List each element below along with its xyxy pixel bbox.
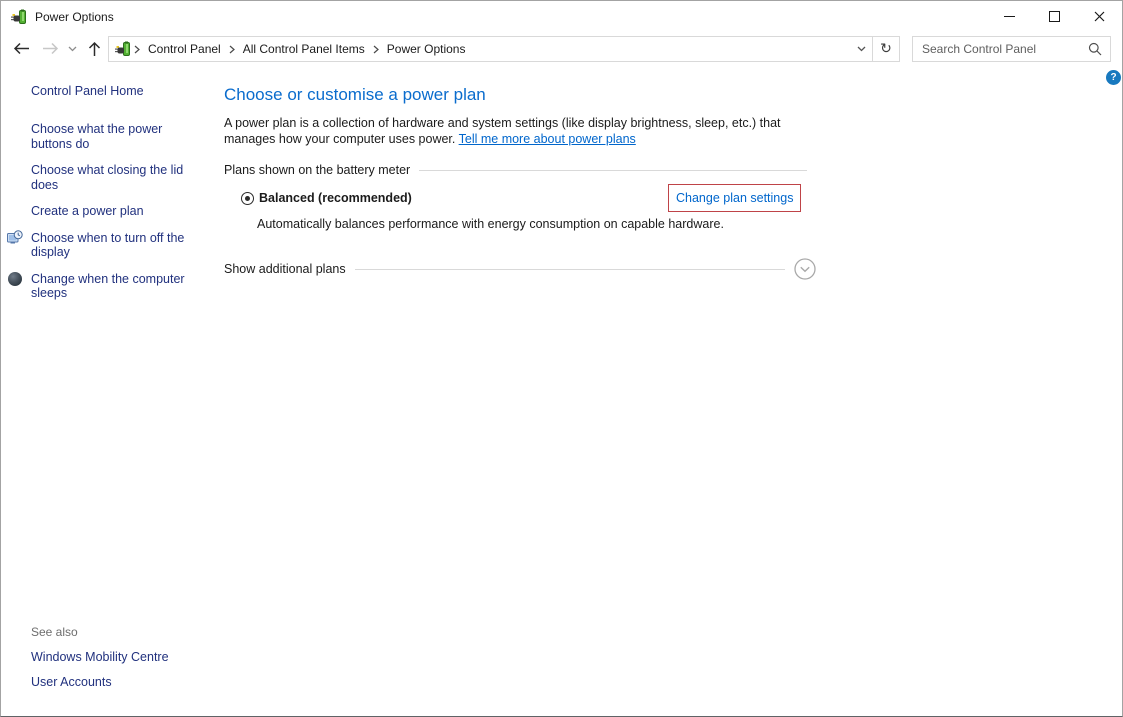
show-additional-plans-row: Show additional plans bbox=[224, 258, 816, 280]
main-content: Choose or customise a power plan A power… bbox=[224, 65, 1122, 716]
address-bar[interactable]: Control Panel All Control Panel Items Po… bbox=[108, 36, 900, 62]
address-dropdown-button[interactable] bbox=[850, 37, 872, 61]
forward-button[interactable] bbox=[38, 32, 62, 65]
see-also-section: See also Windows Mobility Centre User Ac… bbox=[31, 625, 169, 700]
balanced-plan-radio[interactable] bbox=[241, 192, 254, 205]
section-label: Plans shown on the battery meter bbox=[224, 163, 410, 177]
back-arrow-icon bbox=[13, 42, 30, 55]
breadcrumb-chevron-icon[interactable] bbox=[131, 45, 143, 54]
title-bar: Power Options bbox=[1, 1, 1122, 32]
breadcrumb-all-control-panel-items[interactable]: All Control Panel Items bbox=[238, 42, 370, 56]
forward-arrow-icon bbox=[42, 42, 59, 55]
power-options-window: Power Options bbox=[0, 0, 1123, 717]
back-button[interactable] bbox=[7, 32, 35, 65]
breadcrumb-chevron-icon[interactable] bbox=[226, 45, 238, 54]
power-options-icon bbox=[11, 9, 27, 25]
sidebar-item-label: Change when the computer sleeps bbox=[31, 272, 185, 301]
section-divider bbox=[355, 269, 785, 270]
chevron-down-icon bbox=[857, 46, 866, 52]
maximize-icon bbox=[1049, 11, 1060, 22]
sidebar-item-label: Choose when to turn off the display bbox=[31, 231, 184, 260]
up-arrow-icon bbox=[88, 41, 101, 57]
sidebar: Control Panel Home Choose what the power… bbox=[1, 65, 214, 716]
close-button[interactable] bbox=[1077, 1, 1122, 32]
page-title: Choose or customise a power plan bbox=[224, 85, 1122, 105]
plan-name: Balanced (recommended) bbox=[259, 191, 412, 205]
recent-pages-dropdown[interactable] bbox=[64, 32, 80, 65]
sleep-sphere-icon bbox=[8, 272, 22, 286]
power-options-icon bbox=[115, 41, 131, 57]
show-additional-plans-label: Show additional plans bbox=[224, 262, 346, 276]
minimize-button[interactable] bbox=[987, 1, 1032, 32]
breadcrumb-power-options[interactable]: Power Options bbox=[382, 42, 471, 56]
section-divider bbox=[419, 170, 807, 171]
sidebar-item-closing-lid[interactable]: Choose what closing the lid does bbox=[31, 163, 189, 192]
sidebar-item-user-accounts[interactable]: User Accounts bbox=[31, 675, 169, 689]
sidebar-item-create-power-plan[interactable]: Create a power plan bbox=[31, 204, 189, 219]
intro-paragraph: A power plan is a collection of hardware… bbox=[224, 116, 812, 147]
refresh-icon: ↻ bbox=[880, 41, 892, 57]
tell-me-more-link[interactable]: Tell me more about power plans bbox=[459, 132, 636, 146]
minimize-icon bbox=[1004, 16, 1015, 17]
maximize-button[interactable] bbox=[1032, 1, 1077, 32]
sidebar-item-power-buttons[interactable]: Choose what the power buttons do bbox=[31, 122, 189, 151]
breadcrumb-control-panel[interactable]: Control Panel bbox=[143, 42, 226, 56]
balanced-plan-row: Balanced (recommended) Change plan setti… bbox=[224, 190, 1122, 210]
see-also-heading: See also bbox=[31, 625, 169, 639]
close-icon bbox=[1094, 11, 1105, 22]
search-box[interactable] bbox=[912, 36, 1111, 62]
search-input[interactable] bbox=[913, 42, 1088, 56]
search-icon[interactable] bbox=[1088, 42, 1102, 56]
display-clock-icon bbox=[7, 230, 23, 246]
window-controls bbox=[987, 1, 1122, 32]
sidebar-item-control-panel-home[interactable]: Control Panel Home bbox=[31, 84, 214, 98]
refresh-button[interactable]: ↻ bbox=[872, 37, 899, 61]
breadcrumb-chevron-icon[interactable] bbox=[370, 45, 382, 54]
battery-meter-section-header: Plans shown on the battery meter bbox=[224, 163, 807, 177]
sidebar-item-windows-mobility-centre[interactable]: Windows Mobility Centre bbox=[31, 650, 169, 664]
navigation-bar: Control Panel All Control Panel Items Po… bbox=[1, 32, 1122, 65]
change-plan-settings-link[interactable]: Change plan settings bbox=[676, 191, 793, 205]
radio-dot bbox=[245, 196, 250, 201]
window-title: Power Options bbox=[35, 10, 114, 24]
chevron-down-circle-icon bbox=[794, 258, 816, 280]
show-additional-plans-button[interactable] bbox=[794, 258, 816, 280]
sidebar-item-computer-sleeps[interactable]: Change when the computer sleeps bbox=[31, 272, 189, 301]
plan-description: Automatically balances performance with … bbox=[257, 217, 1122, 231]
chevron-down-icon bbox=[68, 46, 77, 52]
sidebar-item-turn-off-display[interactable]: Choose when to turn off the display bbox=[31, 231, 189, 260]
annotation-highlight-box: Change plan settings bbox=[668, 184, 801, 212]
up-button[interactable] bbox=[81, 32, 107, 65]
